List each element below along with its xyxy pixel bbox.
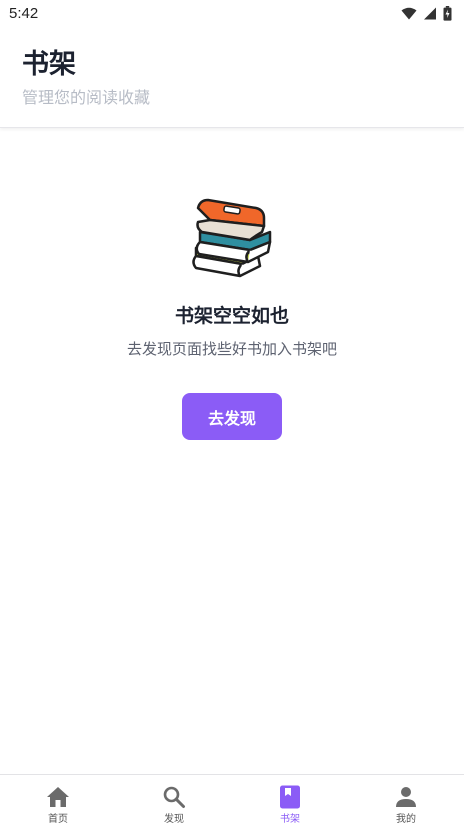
bookmark-book-icon: [277, 784, 303, 809]
nav-label-home: 首页: [48, 814, 68, 825]
wifi-icon: [401, 7, 417, 19]
bookshelf-screen: 5:42 书架 管理您的阅读收藏 书架空空如也 去发现页面找些好书加入书架吧 去…: [0, 0, 464, 825]
nav-item-discover[interactable]: 发现: [116, 775, 232, 825]
home-icon: [45, 784, 71, 809]
status-bar: 5:42: [0, 0, 464, 26]
search-icon: [161, 784, 187, 809]
person-icon: [393, 784, 419, 809]
nav-item-home[interactable]: 首页: [0, 775, 116, 825]
signal-icon: [424, 7, 436, 19]
nav-item-profile[interactable]: 我的: [348, 775, 464, 825]
go-discover-button[interactable]: 去发现: [182, 393, 282, 440]
page-title: 书架: [22, 49, 76, 80]
empty-state-title: 书架空空如也: [174, 305, 289, 327]
books-stack-icon: [192, 198, 272, 278]
battery-icon: [443, 5, 452, 21]
nav-label-bookshelf: 书架: [280, 814, 300, 825]
nav-label-discover: 发现: [164, 814, 184, 825]
page-subtitle: 管理您的阅读收藏: [22, 88, 151, 107]
status-time: 5:42: [9, 4, 39, 22]
status-icons: [401, 5, 452, 21]
nav-label-profile: 我的: [396, 814, 416, 825]
nav-item-bookshelf[interactable]: 书架: [232, 775, 348, 825]
empty-state-description: 去发现页面找些好书加入书架吧: [126, 340, 337, 358]
bottom-navigation: 首页 发现 书架 我的: [0, 774, 464, 825]
page-header: 书架 管理您的阅读收藏: [0, 26, 464, 128]
